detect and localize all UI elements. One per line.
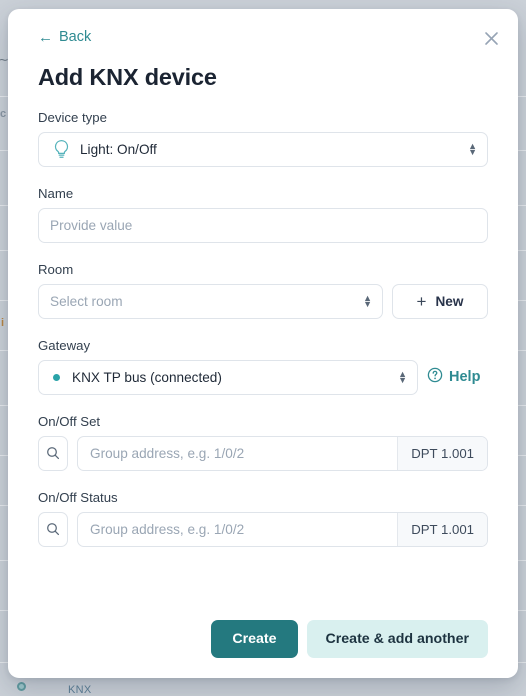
gateway-row: KNX TP bus (connected) ▲ ▼ Help bbox=[38, 359, 488, 395]
gateway-label: Gateway bbox=[38, 337, 91, 353]
new-room-button[interactable]: + New bbox=[392, 283, 488, 319]
help-label: Help bbox=[449, 369, 481, 385]
back-label: Back bbox=[59, 29, 92, 45]
question-circle-icon bbox=[427, 367, 443, 387]
create-and-add-another-button[interactable]: Create & add another bbox=[306, 620, 488, 658]
gateway-value: KNX TP bus (connected) bbox=[72, 369, 222, 385]
name-field-wrap bbox=[38, 207, 488, 243]
search-icon[interactable] bbox=[38, 511, 68, 547]
arrow-left-icon: ← bbox=[38, 28, 53, 46]
back-link[interactable]: ← Back bbox=[38, 29, 91, 45]
name-input[interactable] bbox=[39, 208, 487, 242]
chevron-updown-icon: ▲ ▼ bbox=[363, 293, 372, 309]
onoff-status-group-address-input[interactable] bbox=[78, 512, 398, 546]
device-type-label: Device type bbox=[38, 109, 107, 125]
light-bulb-icon bbox=[50, 138, 72, 160]
connection-status-dot bbox=[53, 373, 60, 381]
onoff-set-row: DPT 1.001 bbox=[38, 435, 488, 471]
onoff-set-label: On/Off Set bbox=[38, 413, 101, 429]
onoff-status-row: DPT 1.001 bbox=[38, 511, 488, 547]
new-room-label: New bbox=[435, 293, 464, 309]
onoff-set-group-address-wrap: DPT 1.001 bbox=[77, 435, 488, 471]
onoff-status-group-address-wrap: DPT 1.001 bbox=[77, 511, 488, 547]
room-value: Select room bbox=[50, 293, 123, 309]
plus-icon: + bbox=[416, 291, 427, 311]
create-button[interactable]: Create bbox=[211, 620, 298, 658]
name-label: Name bbox=[38, 185, 74, 201]
onoff-status-dpt-badge: DPT 1.001 bbox=[397, 512, 487, 546]
dialog-footer: Create Create & add another bbox=[38, 600, 488, 678]
backdrop-knx-label: KNX bbox=[68, 684, 92, 696]
gateway-select[interactable]: KNX TP bus (connected) ▲ ▼ bbox=[38, 359, 418, 395]
backdrop-status-dot bbox=[17, 682, 26, 691]
add-knx-device-dialog: ← Back Add KNX device Device type Light:… bbox=[8, 9, 518, 678]
help-link[interactable]: Help bbox=[427, 367, 480, 387]
chevron-updown-icon: ▲ ▼ bbox=[398, 369, 407, 385]
room-label: Room bbox=[38, 261, 74, 277]
search-icon[interactable] bbox=[38, 435, 68, 471]
page-title: Add KNX device bbox=[38, 63, 217, 90]
onoff-status-label: On/Off Status bbox=[38, 489, 118, 505]
device-type-value: Light: On/Off bbox=[80, 141, 157, 157]
onoff-set-group-address-input[interactable] bbox=[78, 436, 398, 470]
device-type-select[interactable]: Light: On/Off ▲ ▼ bbox=[38, 131, 488, 167]
onoff-set-dpt-badge: DPT 1.001 bbox=[397, 436, 487, 470]
room-row: Select room ▲ ▼ + New bbox=[38, 283, 488, 319]
room-select[interactable]: Select room ▲ ▼ bbox=[38, 283, 383, 319]
backdrop-fragment-c: c bbox=[0, 108, 7, 120]
backdrop-fragment-i: i bbox=[1, 317, 5, 329]
close-icon[interactable] bbox=[478, 25, 504, 51]
chevron-updown-icon: ▲ ▼ bbox=[468, 141, 477, 157]
